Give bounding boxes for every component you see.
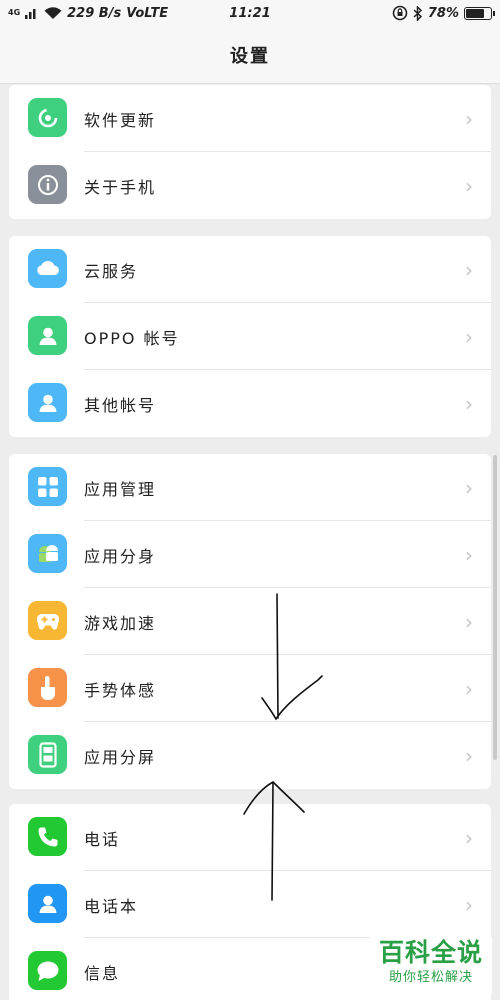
split-screen-icon (28, 735, 67, 774)
rotation-lock-icon (392, 5, 408, 21)
settings-item-label: 应用管理 (84, 479, 157, 499)
chevron-right-icon: › (465, 475, 473, 500)
settings-item-label: 信息 (84, 963, 121, 983)
grid-icon (28, 467, 67, 506)
settings-item-gestures[interactable]: 手势体感 › (9, 655, 491, 722)
page-title: 设置 (230, 45, 270, 67)
settings-item-software-update[interactable]: 软件更新 › (9, 85, 491, 152)
settings-item-label: 软件更新 (84, 110, 157, 130)
bluetooth-icon (413, 5, 422, 21)
chevron-right-icon: › (465, 324, 473, 349)
chevron-right-icon: › (465, 743, 473, 768)
battery-percent: 78% (427, 5, 459, 21)
settings-group-system: 软件更新 › 关于手机 › (9, 85, 491, 219)
settings-item-app-management[interactable]: 应用管理 › (9, 454, 491, 521)
watermark-main-text: 百科全说 (378, 938, 483, 967)
settings-item-label: 其他帐号 (84, 395, 157, 415)
settings-item-label: 关于手机 (84, 177, 157, 197)
scrollbar[interactable] (493, 455, 497, 760)
settings-group-apps: 应用管理 › 应用分身 › 游戏加速 › 手势体感 › 应用分屏 › (9, 454, 491, 789)
settings-item-about-phone[interactable]: 关于手机 › (9, 152, 491, 219)
network-speed: 229 B/s (67, 5, 122, 21)
settings-item-label: 游戏加速 (84, 613, 157, 633)
settings-item-label: 电话 (84, 829, 121, 849)
chevron-right-icon: › (465, 825, 473, 850)
chevron-right-icon: › (465, 391, 473, 416)
chevron-right-icon: › (465, 173, 473, 198)
watermark-logo: 百科全说 助你轻松解决 (370, 937, 492, 993)
settings-item-label: 云服务 (84, 261, 139, 281)
wifi-icon (44, 6, 62, 19)
settings-item-label: 手势体感 (84, 680, 157, 700)
refresh-icon (28, 98, 67, 137)
settings-item-game-boost[interactable]: 游戏加速 › (9, 588, 491, 655)
settings-item-label: 应用分屏 (84, 747, 157, 767)
hand-icon (28, 668, 67, 707)
settings-item-label: 应用分身 (84, 546, 157, 566)
header: 设置 (0, 26, 500, 84)
chevron-right-icon: › (465, 542, 473, 567)
user-icon (28, 316, 67, 355)
settings-item-oppo-account[interactable]: OPPO 帐号 › (9, 303, 491, 370)
info-icon (28, 165, 67, 204)
android-icon (28, 534, 67, 573)
chevron-right-icon: › (465, 106, 473, 131)
signal-icon (25, 9, 36, 19)
chevron-right-icon: › (465, 676, 473, 701)
network-type-label: 4G (8, 8, 21, 17)
battery-icon (464, 6, 495, 20)
contact-icon (28, 884, 67, 923)
volte-label: VoLTE (126, 5, 169, 21)
settings-group-accounts: 云服务 › OPPO 帐号 › 其他帐号 › (9, 236, 491, 437)
settings-item-app-clone[interactable]: 应用分身 › (9, 521, 491, 588)
settings-item-cloud-service[interactable]: 云服务 › (9, 236, 491, 303)
settings-item-label: 电话本 (84, 896, 139, 916)
status-bar: 4G 229 B/s VoLTE 11:21 78% (0, 0, 500, 26)
settings-item-other-accounts[interactable]: 其他帐号 › (9, 370, 491, 437)
chevron-right-icon: › (465, 257, 473, 282)
watermark-sub-text: 助你轻松解决 (388, 970, 473, 985)
status-time: 11:21 (229, 5, 271, 21)
user-icon (28, 383, 67, 422)
chevron-right-icon: › (465, 892, 473, 917)
cloud-icon (28, 249, 67, 288)
gamepad-icon (28, 601, 67, 640)
settings-item-label: OPPO 帐号 (84, 328, 180, 348)
phone-icon (28, 817, 67, 856)
message-icon (28, 951, 67, 990)
settings-item-phone[interactable]: 电话 › (9, 804, 491, 871)
settings-item-split-screen[interactable]: 应用分屏 › (9, 722, 491, 789)
settings-item-contacts[interactable]: 电话本 › (9, 871, 491, 938)
chevron-right-icon: › (465, 609, 473, 634)
